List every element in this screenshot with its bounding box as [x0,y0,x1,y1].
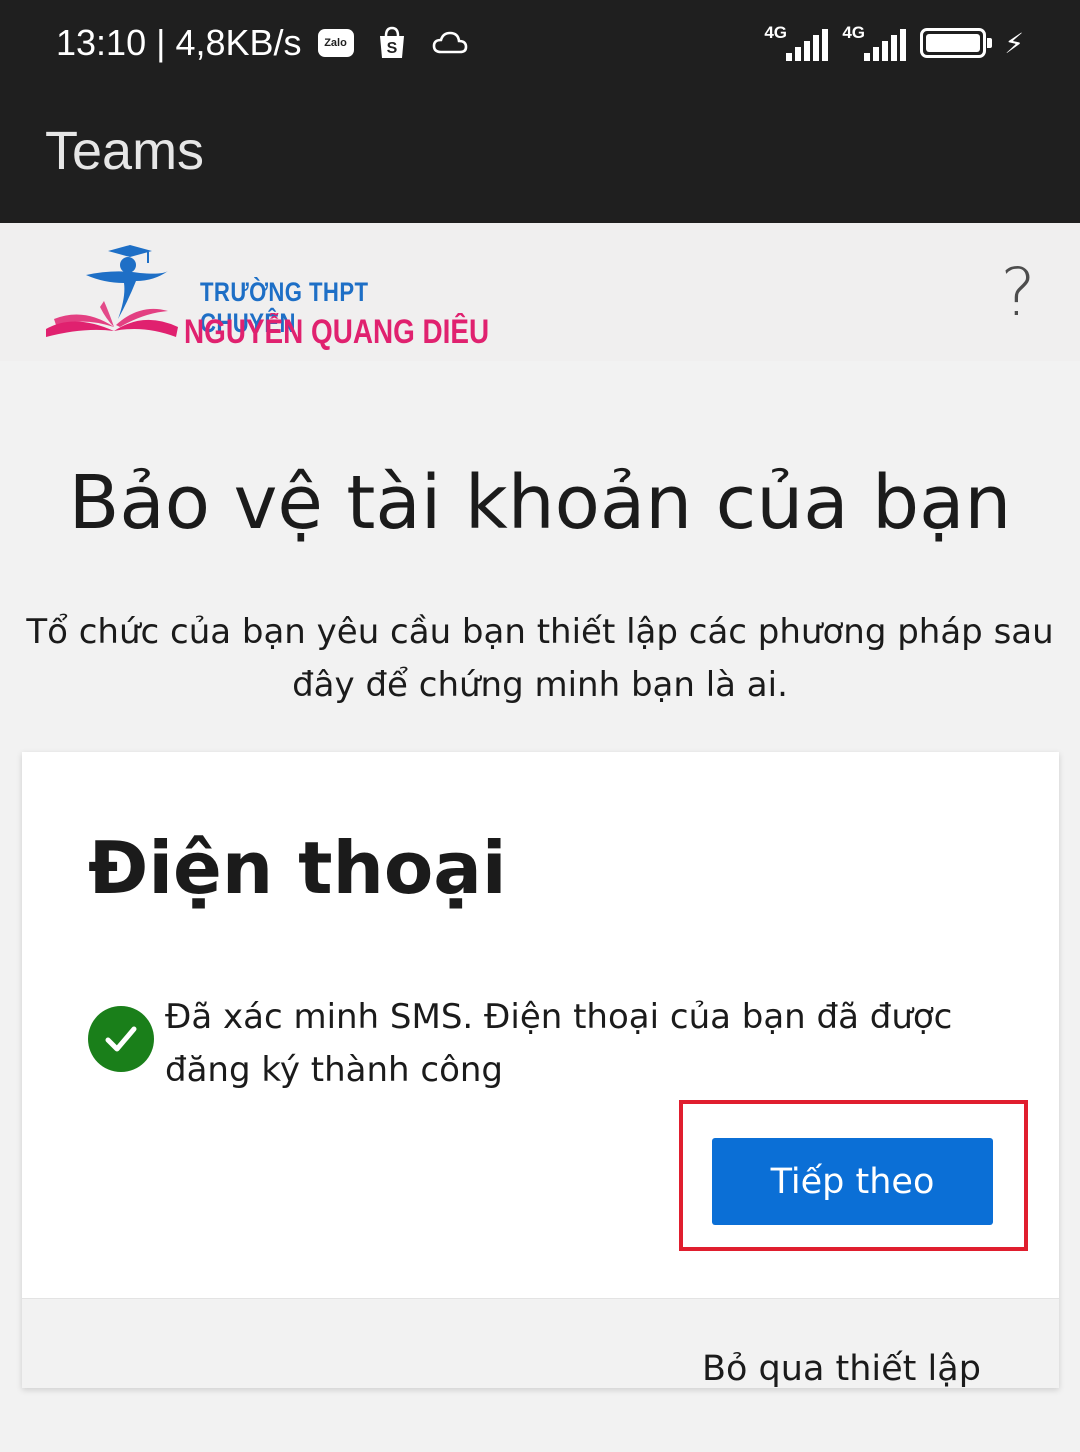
check-circle-icon [88,1006,154,1072]
next-button[interactable]: Tiếp theo [712,1138,993,1225]
status-time-speed: 13:10 | 4,8KB/s [56,22,302,63]
battery-icon [920,28,993,58]
card-title: Điện thoại [88,826,507,910]
status-left: 13:10 | 4,8KB/s Zalo S [56,20,468,66]
sim2-network-label: 4G [842,23,866,42]
skip-setup-link[interactable]: Bỏ qua thiết lập [702,1349,981,1389]
org-banner: TRƯỜNG THPT CHUYÊN NGUYỄN QUANG DIÊU [0,223,1080,361]
phone-method-card: Điện thoại Đã xác minh SMS. Điện thoại c… [22,752,1059,1389]
sms-verified-message: Đã xác minh SMS. Điện thoại của bạn đã đ… [165,997,953,1090]
page-subtitle: Tổ chức của bạn yêu cầu bạn thiết lập cá… [26,612,1054,705]
school-logo: TRƯỜNG THPT CHUYÊN NGUYỄN QUANG DIÊU [44,241,489,351]
signal-icon: 4G [842,23,907,63]
status-bar: 13:10 | 4,8KB/s Zalo S 4G 4G ⚡ [0,0,1080,88]
charging-icon: ⚡ [1004,26,1024,60]
shop-icon: S [376,26,408,60]
sim1-network-label: 4G [764,23,788,42]
school-logo-icon [46,245,178,337]
app-title: Teams [45,121,205,181]
zalo-icon: Zalo [317,29,354,57]
app-bar: Teams [0,88,1080,223]
cloud-icon [432,30,468,56]
card-footer: Bỏ qua thiết lập [22,1298,1059,1389]
help-icon[interactable]: ? [990,255,1046,331]
svg-text:S: S [386,40,397,57]
signal-icon: 4G [764,23,829,63]
status-right: 4G 4G ⚡ [764,20,1024,66]
logo-text-line2: NGUYỄN QUANG DIÊU [184,313,490,351]
page-title: Bảo vệ tài khoản của bạn [68,460,1012,546]
